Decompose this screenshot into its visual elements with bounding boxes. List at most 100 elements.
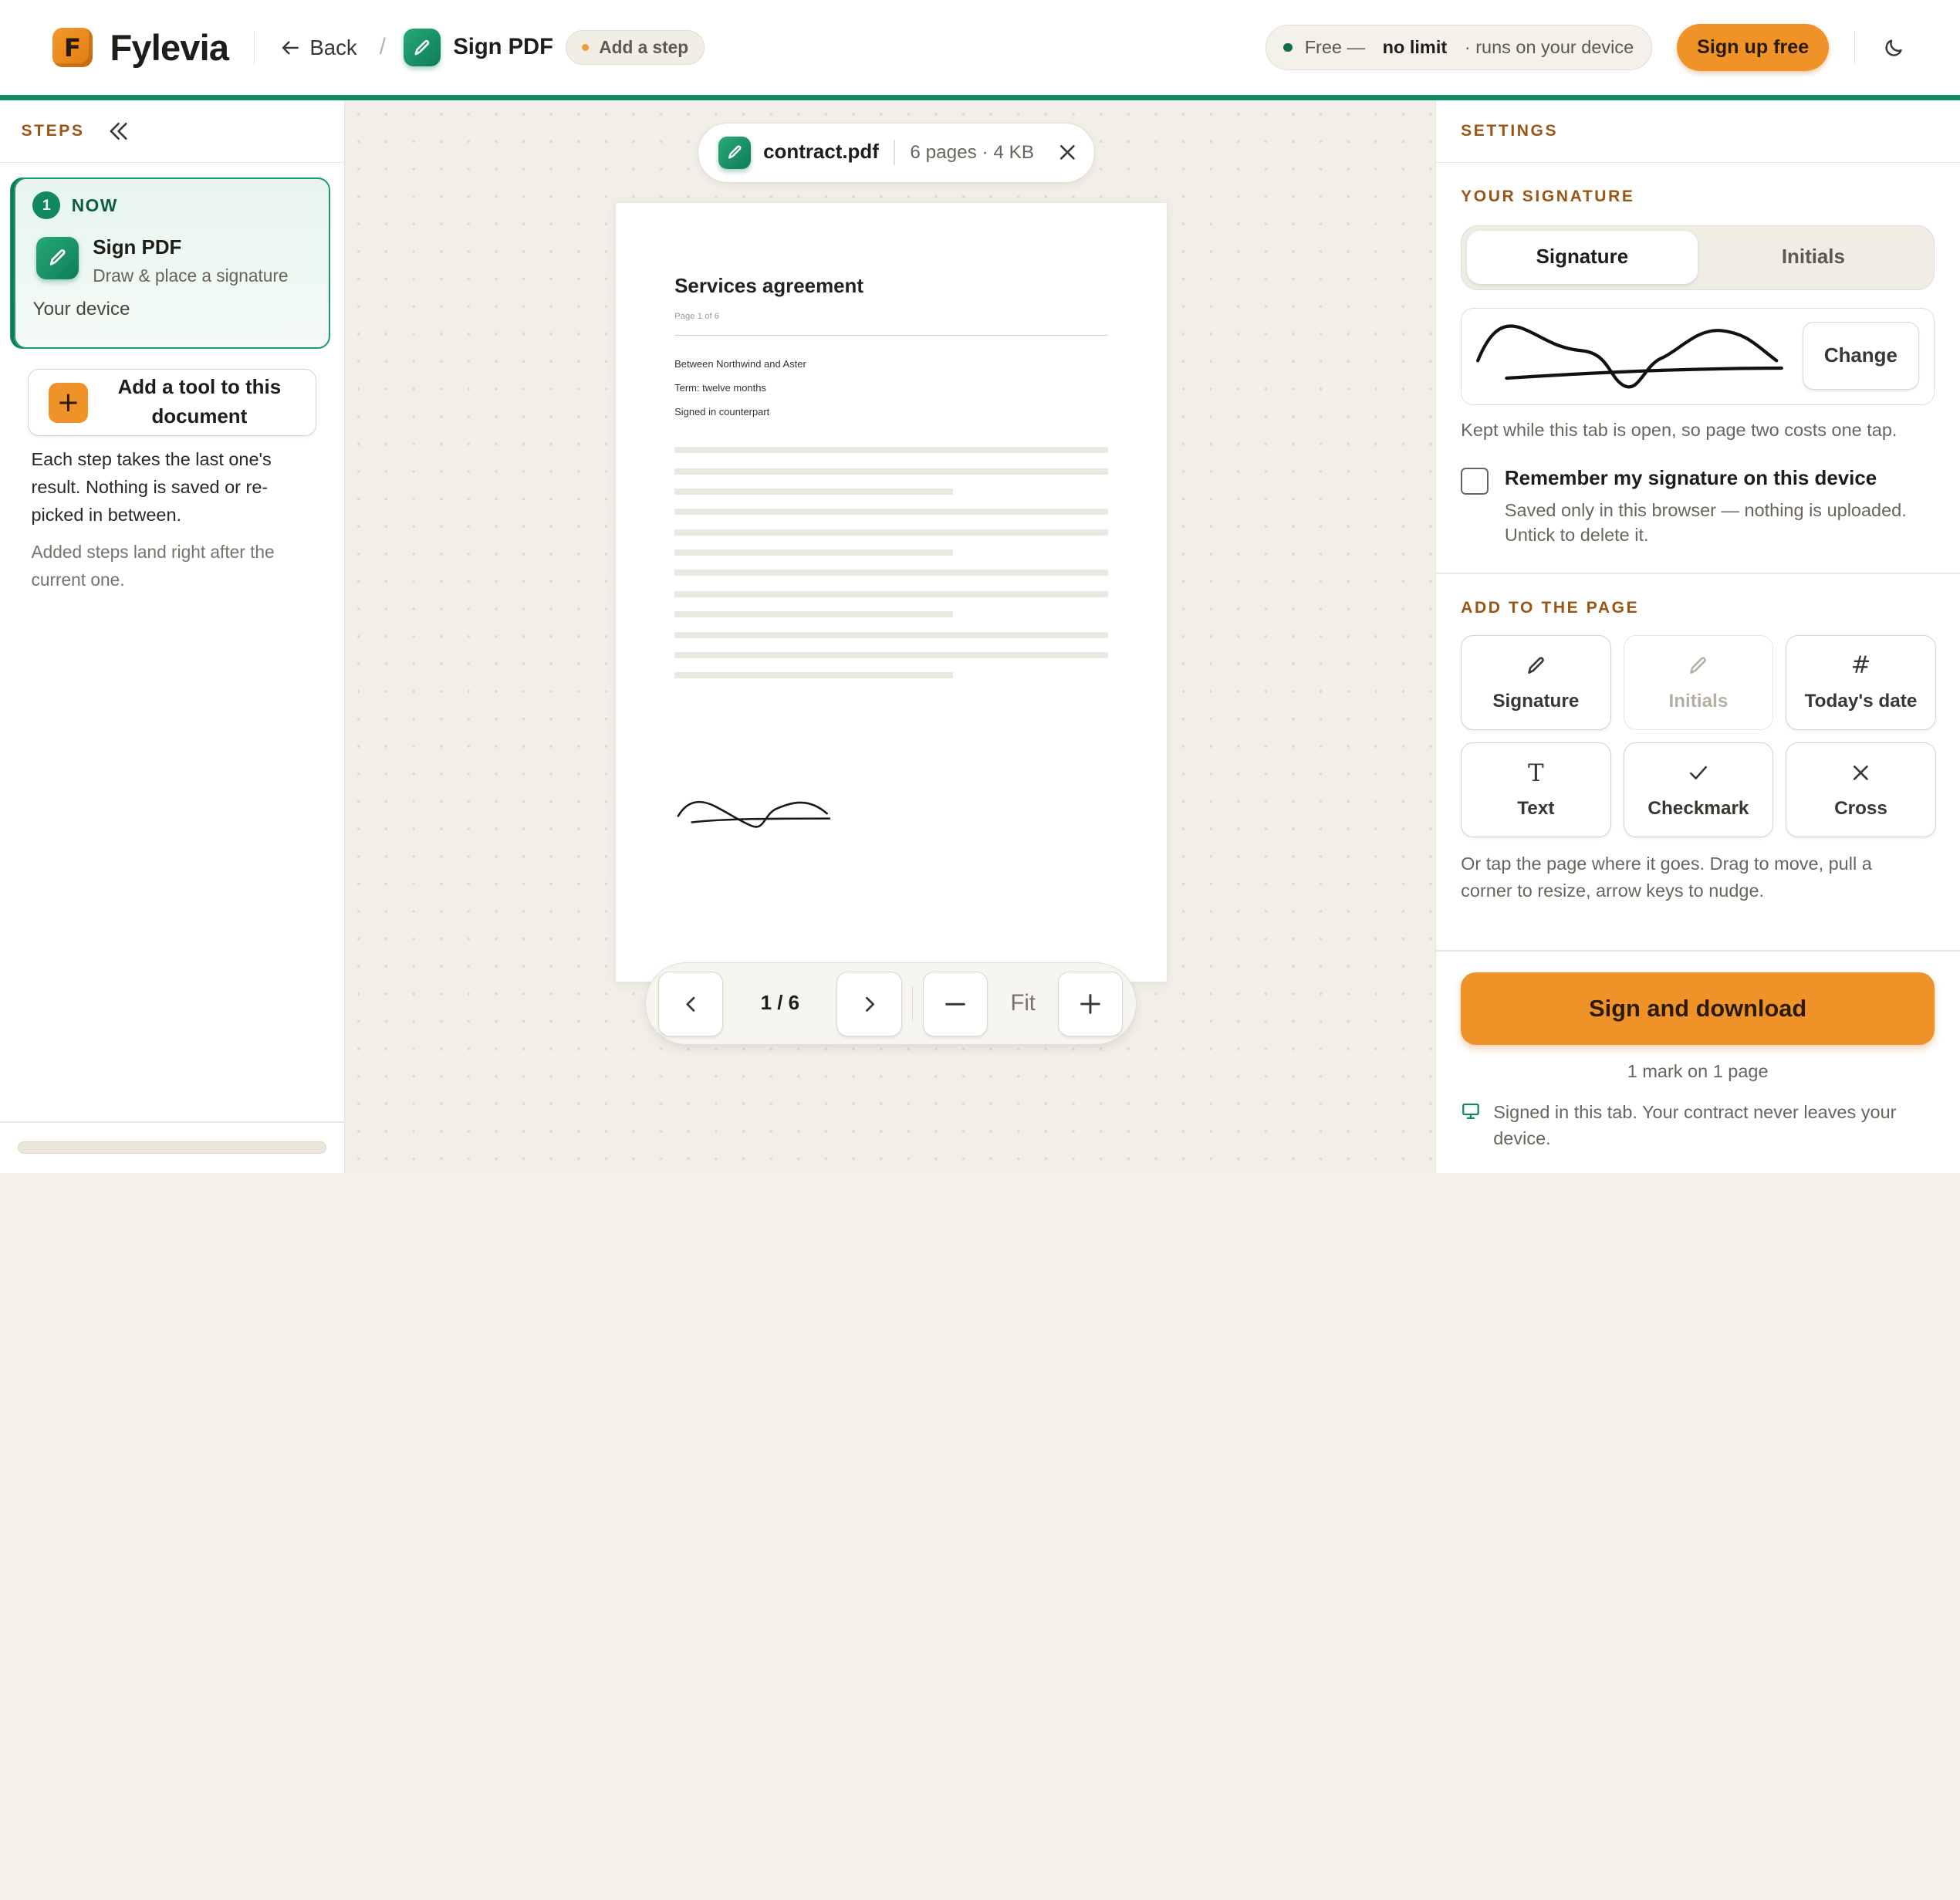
text-placeholder [674,447,1109,454]
steps-note-secondary: Added steps land right after the current… [31,542,275,590]
sign-and-download-button[interactable]: Sign and download [1461,972,1935,1046]
signature-preview: Change [1461,307,1935,405]
back-label: Back [309,35,357,59]
add-date-button[interactable]: # Today's date [1786,634,1936,731]
prev-page-button[interactable] [658,971,724,1036]
text-placeholder [674,529,1109,536]
text-placeholder [674,549,954,556]
text-icon: T [1528,759,1544,787]
pen-icon [36,236,79,279]
moon-icon[interactable] [1881,34,1908,62]
steps-note: Each step takes the last one's result. N… [31,449,272,525]
plus-icon [1080,994,1100,1014]
signature-kept-note: Kept while this tab is open, so page two… [1461,420,1897,441]
text-placeholder [674,671,954,679]
privacy-text: Signed in this tab. Your contract never … [1493,1101,1897,1148]
text-placeholder [674,610,954,617]
cross-icon [1852,761,1870,786]
signature-tab-switcher: Signature Initials [1461,225,1935,290]
page-controls: 1 / 6 Fit [644,962,1137,1046]
doc-rule [674,334,1109,336]
back-button[interactable]: Back [280,35,357,60]
marks-count: 1 mark on 1 page [1627,1061,1769,1082]
plan-suffix: · runs on your device [1464,37,1634,58]
divider [894,140,895,165]
chevron-right-icon [865,996,874,1012]
tab-initials[interactable]: Initials [1698,231,1929,284]
text-placeholder [674,508,1109,515]
doc-line: Term: twelve months [674,382,766,394]
chevron-left-icon [686,996,694,1012]
brand-name[interactable]: Fylevia [110,26,229,69]
steps-header: STEPS [0,100,345,163]
horizontal-scrollbar[interactable] [17,1141,326,1155]
change-signature-button[interactable]: Change [1803,322,1919,390]
pen-icon [718,136,751,169]
arrow-left-icon [282,41,299,55]
page-counter: 1 / 6 [760,992,800,1015]
text-placeholder [674,468,1109,475]
add-signature-button[interactable]: Signature [1461,634,1611,731]
step-title: Sign PDF [93,236,182,259]
add-to-page-heading: ADD TO THE PAGE [1461,598,1640,617]
next-page-button[interactable] [836,971,902,1036]
current-tool-title: Sign PDF [453,35,553,60]
remember-checkbox[interactable] [1461,467,1489,495]
zoom-out-button[interactable] [923,971,988,1036]
signup-button[interactable]: Sign up free [1677,23,1830,72]
text-placeholder [674,570,1109,576]
current-step-card[interactable]: 1 NOW Sign PDF Draw & place a signature … [13,177,330,349]
settings-heading: SETTINGS [1461,121,1559,140]
placed-signature[interactable] [674,791,837,836]
your-signature-heading: YOUR SIGNATURE [1461,187,1635,205]
settings-panel: SETTINGS YOUR SIGNATURE Signature Initia… [1435,100,1960,1173]
tab-signature[interactable]: Signature [1466,231,1698,285]
add-checkmark-button[interactable]: Checkmark [1623,742,1774,838]
app-window: F Fylevia Back / Sign PDF Add a step Fre… [0,0,1960,1173]
tile-label: Checkmark [1647,798,1749,820]
minus-icon [945,1002,966,1006]
divider [911,986,914,1022]
add-tool-label: Add a tool to this document [117,377,282,428]
pen-icon [1687,653,1709,678]
logo-icon[interactable]: F [52,27,93,68]
status-dot [581,43,590,52]
add-tool-button[interactable]: + Add a tool to this document [27,368,316,437]
tile-label: Text [1517,798,1555,820]
check-icon [1688,761,1708,786]
pdf-page[interactable]: Services agreement Page 1 of 6 Between N… [615,202,1168,983]
step-location: Your device [32,298,130,319]
privacy-note: Signed in this tab. Your contract never … [1461,1099,1923,1151]
tile-label: Initials [1668,690,1729,712]
pen-icon [403,29,441,66]
plan-limit: no limit [1382,37,1448,58]
steps-panel: STEPS 1 NOW Sign PDF Draw & place a sign… [0,100,346,1173]
add-step-label: Add a step [599,37,689,58]
fit-button[interactable]: Fit [988,991,1058,1016]
pen-icon [1525,653,1547,678]
file-chip: contract.pdf 6 pages · 4 KB [697,122,1095,183]
add-cross-button[interactable]: Cross [1786,742,1936,838]
placement-hint: Or tap the page where it goes. Drag to m… [1461,853,1872,901]
close-icon[interactable] [1059,144,1076,161]
steps-heading: STEPS [21,121,85,140]
tile-label: Today's date [1804,690,1918,712]
add-element-grid: Signature Initials # Today's date T Text [1461,634,1936,838]
text-placeholder [674,488,954,495]
remember-sublabel: Saved only in this browser — nothing is … [1504,499,1907,546]
online-dot [1283,42,1293,52]
divider [0,1121,345,1123]
double-chevron-left-icon[interactable] [107,121,130,141]
add-initials-button[interactable]: Initials [1623,634,1774,731]
remember-label[interactable]: Remember my signature on this device [1505,468,1877,490]
tile-label: Cross [1834,798,1887,820]
breadcrumb-separator: / [379,35,386,60]
document-canvas[interactable]: contract.pdf 6 pages · 4 KB Services agr… [345,100,1435,1173]
plan-status-pill: Free — no limit · runs on your device [1265,25,1652,70]
header-divider [253,31,255,64]
add-step-button[interactable]: Add a step [566,29,705,66]
add-text-button[interactable]: T Text [1461,742,1611,838]
plus-icon: + [48,382,89,423]
zoom-in-button[interactable] [1058,971,1124,1036]
text-placeholder [674,652,1109,659]
